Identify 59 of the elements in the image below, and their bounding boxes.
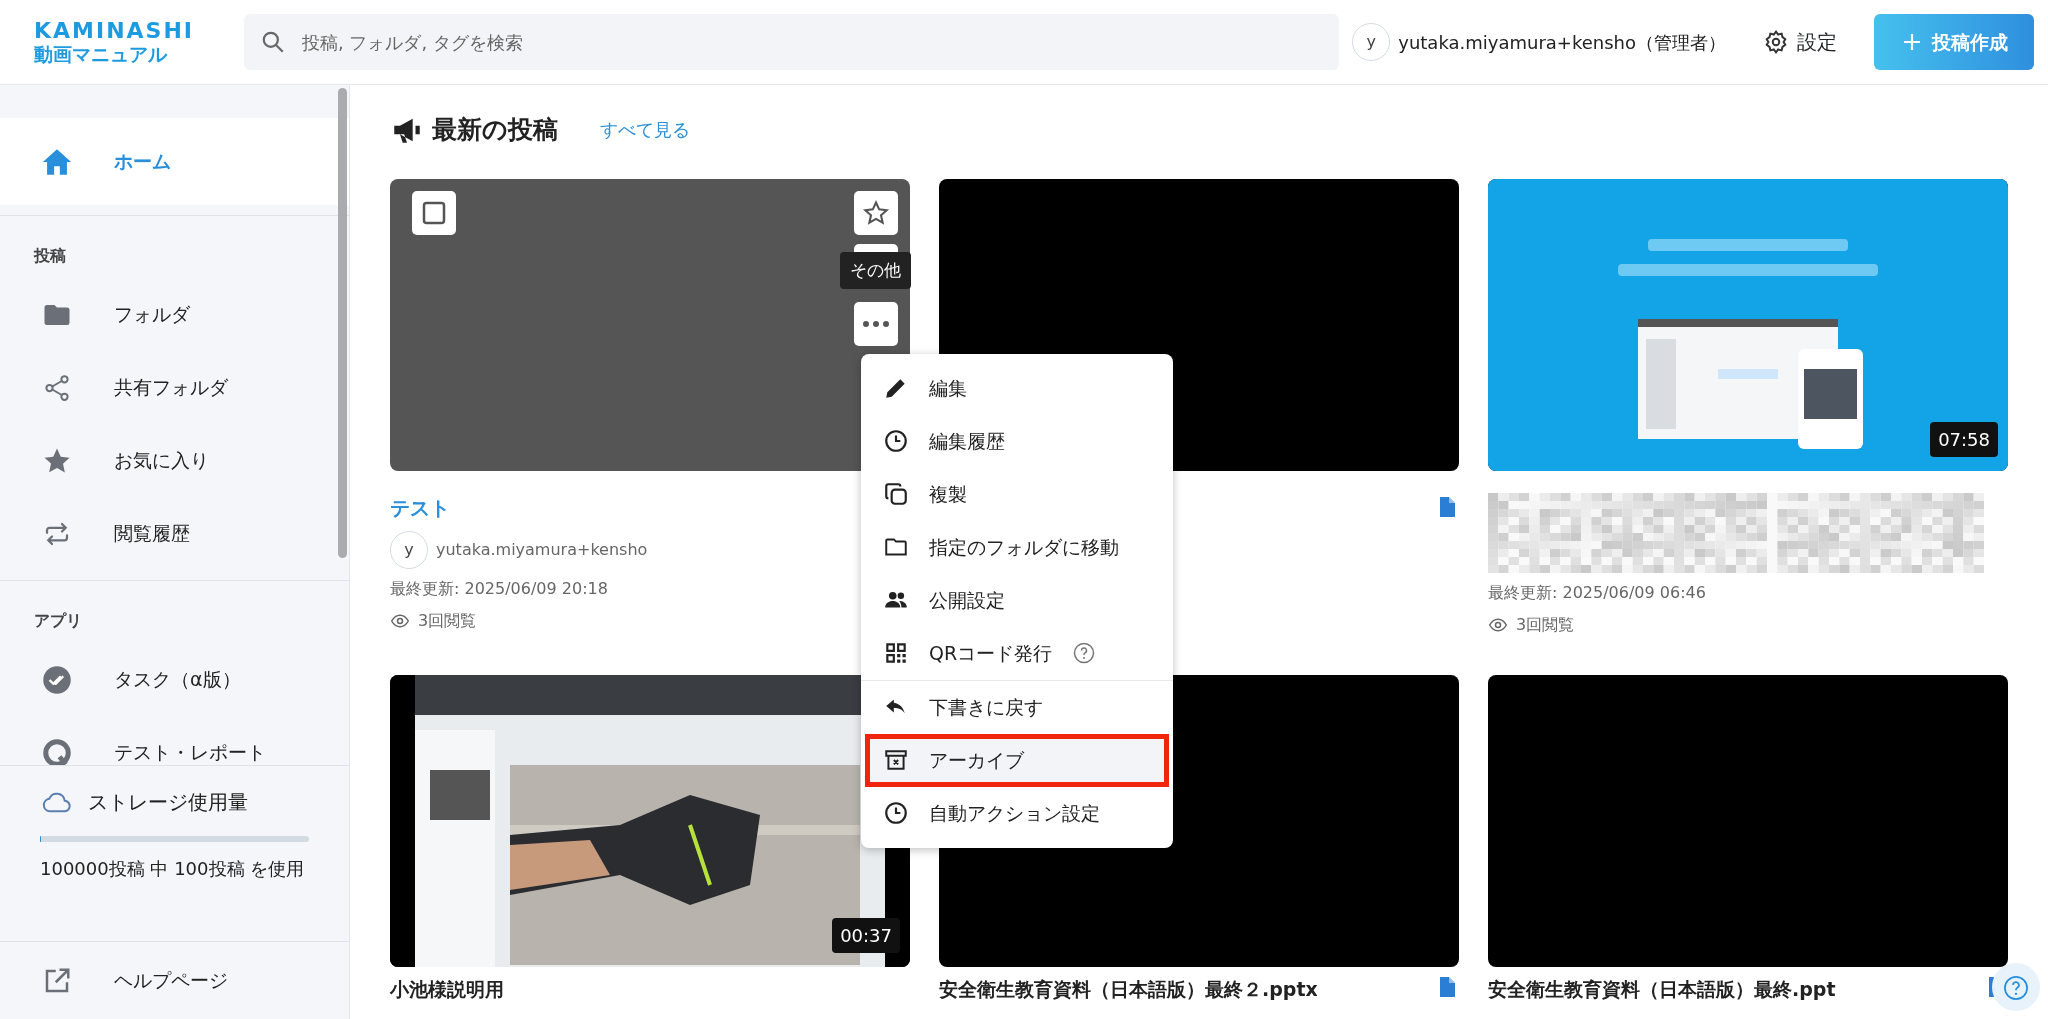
duration-label: 00:37 — [832, 917, 900, 953]
star-icon — [862, 198, 890, 227]
see-all-link[interactable]: すべて見る — [600, 116, 690, 144]
clock-icon — [883, 800, 909, 826]
post-title[interactable]: 小池様説明用 — [390, 974, 910, 1003]
menu-item[interactable]: 指定のフォルダに移動 — [861, 520, 1173, 574]
view-count: 3回閲覧 — [418, 609, 477, 632]
menu-item[interactable]: QRコード発行 — [861, 626, 1173, 680]
video-thumbnail[interactable]: 00:37 — [390, 674, 910, 967]
post-title[interactable]: 安全衛生教育資料（日本語版）最終２.pptx — [939, 974, 1435, 1003]
sidebar-item[interactable]: お気に入り — [0, 424, 349, 497]
menu-item[interactable]: 公開設定 — [861, 573, 1173, 627]
copy-icon — [883, 481, 909, 507]
sidebar-item[interactable]: テスト・レポート — [0, 716, 349, 765]
section-title: 最新の投稿 — [432, 114, 558, 146]
sidebar-item[interactable]: フォルダ — [0, 278, 349, 351]
video-thumbnail[interactable]: 07:58 — [1488, 178, 2008, 471]
help-icon — [2002, 974, 2030, 1002]
sidebar-item[interactable]: 閲覧履歴 — [0, 497, 349, 570]
more-button[interactable] — [854, 301, 898, 346]
qr-code-icon — [883, 640, 909, 666]
storage-label: ストレージ使用量 — [88, 789, 248, 816]
check-circle-icon — [40, 664, 74, 695]
updated-date: 最終更新: 2025/06/09 06:46 — [1488, 581, 1706, 604]
select-checkbox[interactable] — [412, 190, 456, 235]
menu-item[interactable]: 編集 — [861, 361, 1173, 415]
sidebar-item[interactable]: タスク（α版） — [0, 643, 349, 716]
help-link[interactable]: ヘルプページ — [0, 941, 349, 1019]
favorite-button[interactable] — [854, 190, 898, 235]
storage-usage: 100000投稿 中 100投稿 を使用 — [40, 857, 306, 881]
updated-date: 最終更新: 2025/06/09 20:18 — [390, 577, 608, 600]
user-avatar: y — [390, 530, 428, 569]
author-name: yutaka.miyamura+kensho — [436, 538, 648, 561]
search-field[interactable]: 投稿, フォルダ, タグを検索 — [244, 14, 1340, 70]
more-icon — [863, 320, 889, 327]
help-button[interactable] — [1992, 963, 2040, 1011]
user-avatar: y — [1352, 23, 1391, 61]
settings-icon — [1763, 29, 1789, 55]
settings-button[interactable]: 設定 — [1750, 20, 1850, 64]
archive-icon — [883, 747, 909, 773]
video-thumbnail[interactable] — [1488, 674, 2008, 967]
logo-text: KAMINASHI — [34, 18, 195, 43]
clock-icon — [883, 428, 909, 454]
menu-item[interactable]: 複製 — [861, 467, 1173, 521]
menu-item[interactable]: アーカイブ — [865, 733, 1169, 787]
section-heading: アプリ — [33, 610, 83, 632]
video-thumbnail[interactable] — [390, 178, 910, 471]
view-count: 3回閲覧 — [1516, 613, 1575, 636]
scrollbar[interactable] — [338, 88, 347, 558]
menu-item[interactable]: 下書きに戻す — [861, 680, 1173, 734]
logo-subtitle: 動画マニュアル — [34, 42, 168, 66]
menu-item[interactable]: 自動アクション設定 — [861, 786, 1173, 840]
section-heading: 投稿 — [32, 245, 67, 267]
tooltip: その他 — [840, 251, 911, 289]
user-name: yutaka.miyamura+kensho（管理者） — [1398, 30, 1726, 55]
duration-label: 07:58 — [1930, 421, 1998, 457]
post-title[interactable]: 安全衛生教育資料（日本語版）最終.ppt — [1488, 974, 1984, 1003]
sidebar-item[interactable]: 共有フォルダ — [0, 351, 349, 424]
menu-item[interactable]: 編集履歴 — [861, 414, 1173, 468]
